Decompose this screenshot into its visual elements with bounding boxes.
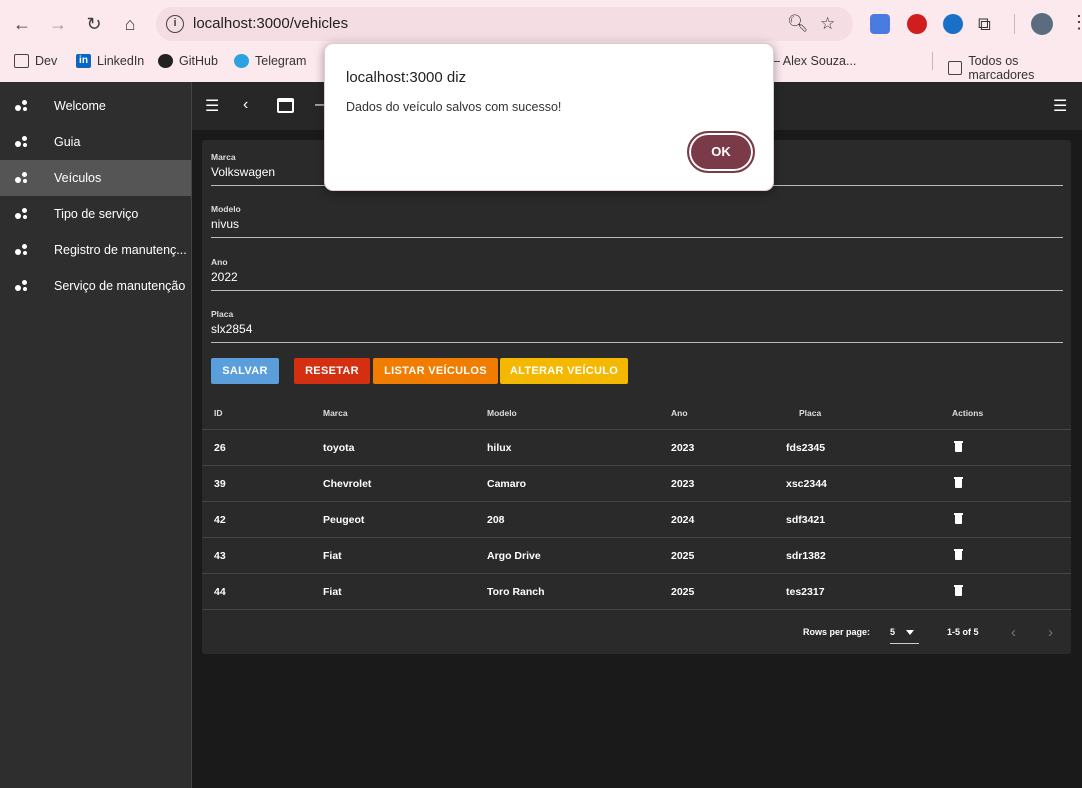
- dots-icon: [15, 136, 29, 148]
- folder-icon: [948, 61, 963, 75]
- alterar-veiculo-button[interactable]: ALTERAR VEÍCULO: [500, 358, 628, 384]
- menu-icon[interactable]: ☰: [205, 96, 219, 116]
- profile-avatar[interactable]: [1031, 13, 1053, 35]
- ano-input[interactable]: 2022: [211, 270, 1063, 284]
- header-ano[interactable]: Ano: [671, 408, 688, 418]
- ano-field[interactable]: Ano 2022: [211, 257, 1063, 291]
- bookmark-linkedin[interactable]: in LinkedIn: [76, 54, 144, 68]
- translate-extension-icon[interactable]: [870, 14, 890, 34]
- listar-veiculos-button[interactable]: LISTAR VEÍCULOS: [373, 358, 498, 384]
- placa-label: Placa: [211, 309, 234, 319]
- alert-dialog: localhost:3000 diz Dados do veículo salv…: [324, 43, 774, 191]
- dots-icon: [15, 172, 29, 184]
- zoom-icon[interactable]: 🔍︎: [787, 14, 809, 34]
- dots-icon: [15, 280, 29, 292]
- dots-icon: [15, 244, 29, 256]
- header-marca[interactable]: Marca: [323, 408, 348, 418]
- bookmark-alex-souza[interactable]: – Alex Souza...: [773, 54, 856, 68]
- blue-extension-icon[interactable]: [943, 14, 963, 34]
- browser-menu-icon[interactable]: ⋮: [1070, 12, 1082, 33]
- prev-page-icon[interactable]: ‹: [1011, 624, 1016, 641]
- table-row[interactable]: 43 Fiat Argo Drive 2025 sdr1382: [202, 538, 1071, 574]
- placa-underline: [211, 342, 1063, 343]
- bookmark-github[interactable]: GitHub: [158, 54, 218, 68]
- sidebar-item-tipo-servico[interactable]: Tipo de serviço: [0, 196, 191, 232]
- forward-arrow-icon[interactable]: →: [46, 12, 70, 36]
- home-icon[interactable]: ⌂: [118, 12, 142, 36]
- sidebar: Welcome Guia Veículos Tipo de serviço Re…: [0, 82, 192, 788]
- chevron-left-icon[interactable]: ‹: [243, 96, 248, 114]
- dots-icon: [15, 100, 29, 112]
- bookmark-telegram[interactable]: Telegram: [234, 54, 306, 68]
- folder-icon: [14, 54, 29, 68]
- extensions-puzzle-icon[interactable]: ⧉: [978, 14, 998, 34]
- right-menu-icon[interactable]: ☰: [1053, 96, 1067, 116]
- pagination-range: 1-5 of 5: [947, 627, 979, 637]
- adblock-extension-icon[interactable]: [907, 14, 927, 34]
- modelo-underline: [211, 237, 1063, 238]
- linkedin-icon: in: [76, 54, 91, 68]
- trash-icon[interactable]: [954, 585, 963, 596]
- site-info-icon[interactable]: i: [166, 15, 184, 33]
- trash-icon[interactable]: [954, 441, 963, 452]
- modelo-field[interactable]: Modelo nivus: [211, 204, 1063, 238]
- sidebar-item-veiculos[interactable]: Veículos: [0, 160, 191, 196]
- placa-input[interactable]: slx2854: [211, 322, 1063, 336]
- window-icon[interactable]: [277, 98, 294, 113]
- sidebar-item-guia[interactable]: Guia: [0, 124, 191, 160]
- table-row[interactable]: 39 Chevrolet Camaro 2023 xsc2344: [202, 466, 1071, 502]
- sidebar-item-servico-manutencao[interactable]: Serviço de manutenção: [0, 268, 191, 304]
- header-modelo[interactable]: Modelo: [487, 408, 517, 418]
- toolbar-divider: [1014, 14, 1015, 34]
- table-row[interactable]: 26 toyota hilux 2023 fds2345: [202, 430, 1071, 466]
- url-text[interactable]: localhost:3000/vehicles: [193, 15, 348, 32]
- header-placa[interactable]: Placa: [799, 408, 821, 418]
- header-actions: Actions: [952, 408, 984, 418]
- header-id[interactable]: ID: [214, 408, 223, 418]
- github-icon: [158, 54, 173, 68]
- back-arrow-icon[interactable]: ←: [10, 12, 34, 36]
- dialog-title: localhost:3000 diz: [346, 69, 467, 86]
- modelo-label: Modelo: [211, 204, 241, 214]
- browser-toolbar: ← → ↻ ⌂ i localhost:3000/vehicles 🔍︎ ☆ ⧉…: [0, 0, 1082, 48]
- table-header: ID Marca Modelo Ano Placa Actions: [202, 402, 1071, 430]
- trash-icon[interactable]: [954, 549, 963, 560]
- ok-button[interactable]: OK: [687, 131, 755, 173]
- sidebar-item-welcome[interactable]: Welcome: [0, 88, 191, 124]
- dialog-message: Dados do veículo salvos com sucesso!: [346, 100, 562, 114]
- placa-field[interactable]: Placa slx2854: [211, 309, 1063, 343]
- ano-label: Ano: [211, 257, 228, 267]
- caret-down-icon: [906, 630, 914, 635]
- rows-per-page-label: Rows per page:: [803, 627, 871, 637]
- next-page-icon[interactable]: ›: [1048, 624, 1053, 641]
- resetar-button[interactable]: RESETAR: [294, 358, 370, 384]
- dots-icon: [15, 208, 29, 220]
- trash-icon[interactable]: [954, 513, 963, 524]
- rows-per-page-select[interactable]: 5: [890, 624, 919, 644]
- star-icon[interactable]: ☆: [820, 14, 835, 34]
- modelo-input[interactable]: nivus: [211, 217, 1063, 231]
- ano-underline: [211, 290, 1063, 291]
- telegram-icon: [234, 54, 249, 68]
- bookmarks-divider: [932, 52, 933, 70]
- reload-icon[interactable]: ↻: [82, 12, 106, 36]
- sidebar-item-registro-manutencao[interactable]: Registro de manutenç...: [0, 232, 191, 268]
- table-row[interactable]: 42 Peugeot 208 2024 sdf3421: [202, 502, 1071, 538]
- bookmark-all[interactable]: Todos os marcadores: [948, 54, 1082, 82]
- address-bar[interactable]: i localhost:3000/vehicles 🔍︎ ☆: [156, 7, 853, 41]
- vehicle-card: Marca Volkswagen Modelo nivus Ano 2022 P…: [202, 140, 1071, 654]
- salvar-button[interactable]: SALVAR: [211, 358, 279, 384]
- bookmark-dev[interactable]: Dev: [14, 54, 57, 68]
- table-row[interactable]: 44 Fiat Toro Ranch 2025 tes2317: [202, 574, 1071, 610]
- trash-icon[interactable]: [954, 477, 963, 488]
